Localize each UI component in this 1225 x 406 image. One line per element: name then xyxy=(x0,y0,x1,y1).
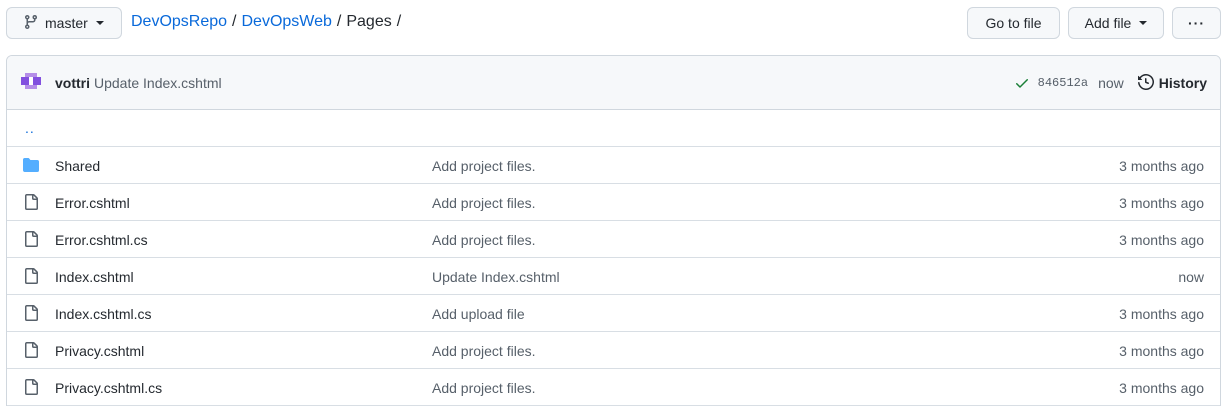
file-icon xyxy=(23,231,39,247)
file-name-link[interactable]: Shared xyxy=(55,158,100,174)
last-modified: 3 months ago xyxy=(1119,380,1204,396)
breadcrumb: DevOpsRepo / DevOpsWeb / Pages / xyxy=(131,13,406,31)
commit-message-link[interactable]: Add project files. xyxy=(432,158,536,174)
commit-time: now xyxy=(1098,75,1124,91)
add-file-label: Add file xyxy=(1084,15,1132,31)
commit-message-link[interactable]: Add project files. xyxy=(432,195,536,211)
file-name-link[interactable]: Privacy.cshtml xyxy=(55,343,144,359)
kebab-horizontal-icon: ··· xyxy=(1188,15,1205,31)
breadcrumb-current: Pages xyxy=(346,13,392,30)
check-icon[interactable] xyxy=(1014,75,1030,91)
last-modified: 3 months ago xyxy=(1119,306,1204,322)
file-icon xyxy=(23,194,39,210)
branch-select-button[interactable]: master xyxy=(6,7,122,39)
caret-down-icon xyxy=(1139,21,1148,25)
last-modified: now xyxy=(1178,269,1204,285)
folder-icon xyxy=(23,157,39,173)
commit-message-link[interactable]: Add upload file xyxy=(432,306,525,322)
latest-commit-bar: vottri Update Index.cshtml 846512a now H… xyxy=(7,56,1220,110)
file-row[interactable]: Index.cshtml Update Index.cshtml now xyxy=(7,258,1220,295)
file-name-link[interactable]: Error.cshtml.cs xyxy=(55,232,148,248)
commit-sha[interactable]: 846512a xyxy=(1038,76,1088,90)
avatar[interactable] xyxy=(21,73,41,93)
file-icon xyxy=(23,342,39,358)
git-branch-icon xyxy=(23,14,39,33)
commit-meta: 846512a now History xyxy=(1014,56,1220,110)
file-icon xyxy=(23,379,39,395)
last-modified: 3 months ago xyxy=(1119,158,1204,174)
commit-message-link[interactable]: Add project files. xyxy=(432,380,536,396)
add-file-button[interactable]: Add file xyxy=(1068,7,1164,39)
file-row[interactable]: Error.cshtml Add project files. 3 months a… xyxy=(7,184,1220,221)
last-modified: 3 months ago xyxy=(1119,195,1204,211)
branch-name: master xyxy=(45,15,88,31)
history-icon xyxy=(1137,73,1154,93)
history-label: History xyxy=(1158,75,1207,91)
last-modified: 3 months ago xyxy=(1119,343,1204,359)
file-row[interactable]: Privacy.cshtml.cs Add project files. 3 mon… xyxy=(7,369,1220,406)
breadcrumb-separator: / xyxy=(232,13,237,30)
file-row[interactable]: Shared Add project files. 3 months ago xyxy=(7,147,1220,184)
more-options-button[interactable]: ··· xyxy=(1172,7,1221,39)
go-to-file-label: Go to file xyxy=(985,15,1042,31)
file-name-link[interactable]: Error.cshtml xyxy=(55,195,130,211)
file-icon xyxy=(23,268,39,284)
breadcrumb-separator: / xyxy=(396,13,402,30)
history-link[interactable]: History xyxy=(1137,73,1207,93)
go-to-file-button[interactable]: Go to file xyxy=(967,7,1060,39)
commit-message-link[interactable]: Add project files. xyxy=(432,232,536,248)
last-modified: 3 months ago xyxy=(1119,232,1204,248)
file-name-link[interactable]: Privacy.cshtml.cs xyxy=(55,380,162,396)
file-name-link[interactable]: Index.cshtml xyxy=(55,269,134,285)
file-browser: vottri Update Index.cshtml 846512a now H… xyxy=(6,55,1221,406)
parent-directory-row[interactable]: .. xyxy=(7,110,1220,147)
caret-down-icon xyxy=(95,21,104,25)
file-row[interactable]: Index.cshtml.cs Add upload file 3 months a… xyxy=(7,295,1220,332)
commit-message[interactable]: Update Index.cshtml xyxy=(94,75,222,91)
commit-author[interactable]: vottri xyxy=(55,75,90,91)
file-name-link[interactable]: Index.cshtml.cs xyxy=(55,306,151,322)
commit-message-link[interactable]: Update Index.cshtml xyxy=(432,269,560,285)
file-row[interactable]: Error.cshtml.cs Add project files. 3 month… xyxy=(7,221,1220,258)
breadcrumb-repo-link[interactable]: DevOpsRepo xyxy=(131,13,227,31)
file-icon xyxy=(23,305,39,321)
file-row[interactable]: Privacy.cshtml Add project files. 3 months… xyxy=(7,332,1220,369)
commit-message-link[interactable]: Add project files. xyxy=(432,343,536,359)
breadcrumb-folder-link[interactable]: DevOpsWeb xyxy=(242,13,332,31)
parent-directory-link[interactable]: .. xyxy=(25,120,35,136)
file-list: Shared Add project files. 3 months ago Erro… xyxy=(7,147,1220,406)
breadcrumb-separator: / xyxy=(336,13,342,30)
